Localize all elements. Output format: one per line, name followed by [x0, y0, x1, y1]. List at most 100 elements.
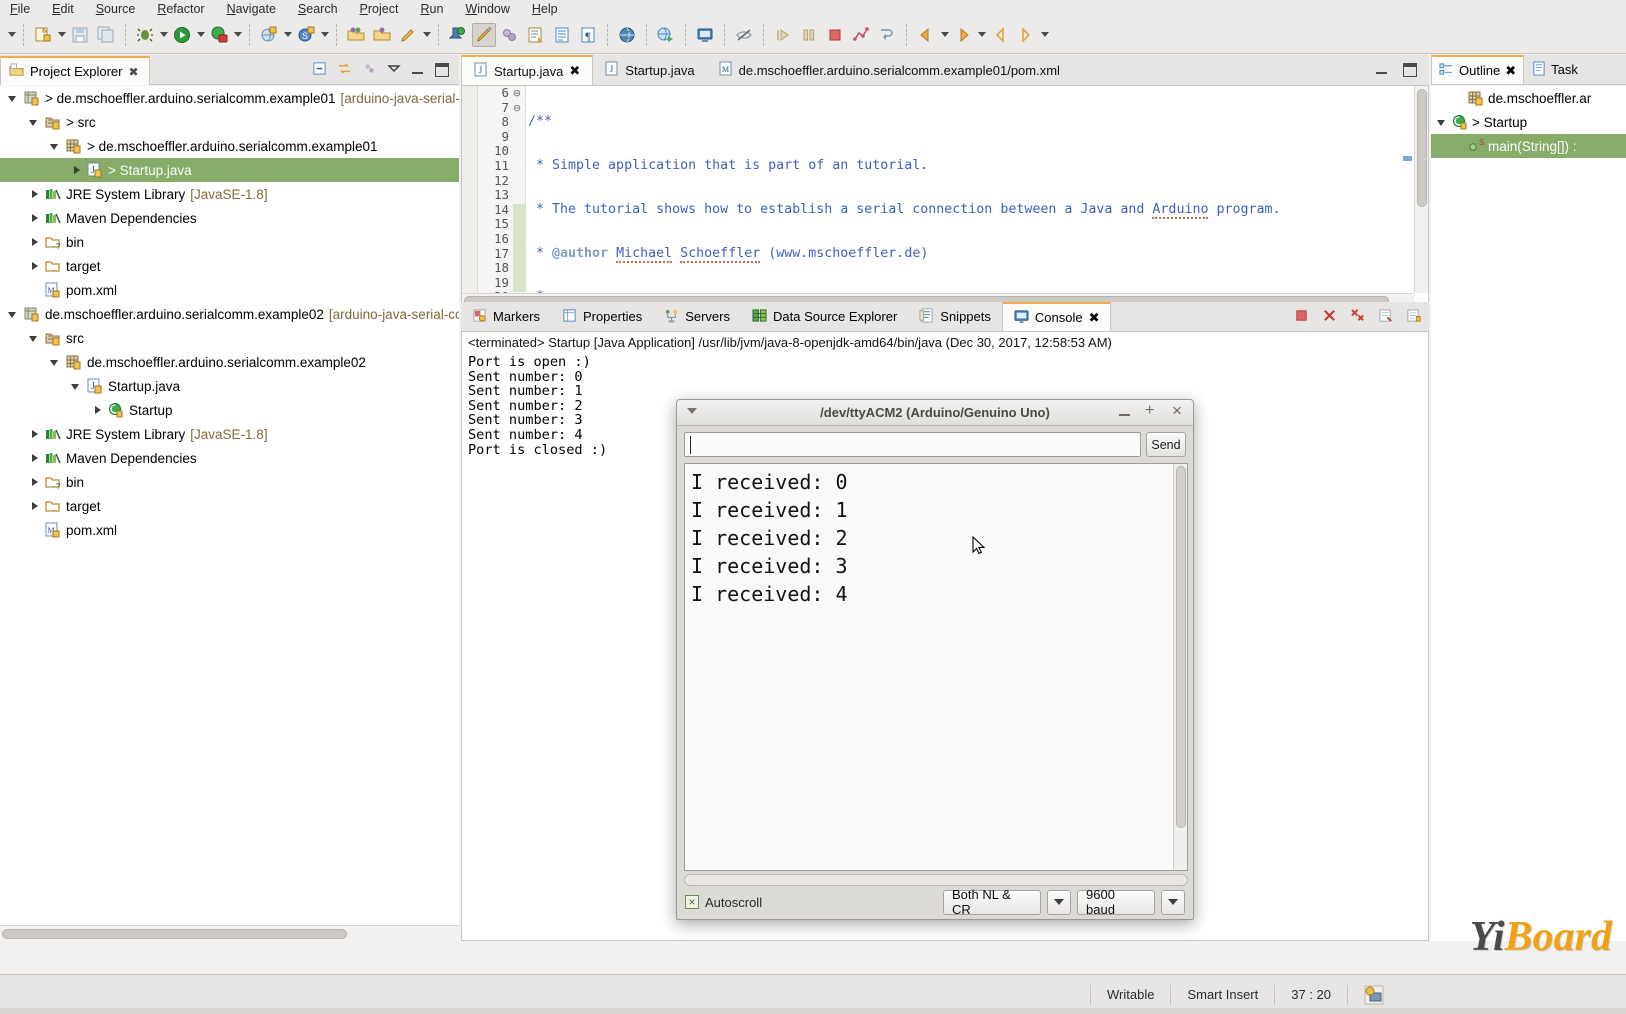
- outline-row-selected[interactable]: Smain(String[]) :: [1431, 134, 1626, 158]
- next-edit-icon[interactable]: [1014, 23, 1038, 47]
- outline-row[interactable]: de.mschoeffler.ar: [1431, 86, 1626, 110]
- open-type-icon[interactable]: [344, 23, 368, 47]
- profile-icon[interactable]: [849, 23, 873, 47]
- save-icon[interactable]: [68, 23, 92, 47]
- tree-row[interactable]: target: [0, 254, 459, 278]
- editor-tab-startup-java-2[interactable]: J Startup.java: [593, 55, 706, 85]
- editor-tab-startup-java-1[interactable]: J Startup.java ✖: [461, 55, 593, 85]
- close-icon[interactable]: ✖: [128, 65, 138, 79]
- tree-row[interactable]: src: [0, 326, 459, 350]
- remove-launch-icon[interactable]: [1322, 308, 1337, 326]
- debug-icon[interactable]: [133, 23, 157, 47]
- autoscroll-checkbox[interactable]: [685, 895, 699, 909]
- chevron-right-icon[interactable]: [29, 189, 40, 200]
- chevron-right-icon[interactable]: [29, 213, 40, 224]
- menu-bar[interactable]: File Edit Source Refactor Navigate Searc…: [0, 0, 1626, 16]
- tab-console[interactable]: Console ✖: [1002, 302, 1112, 331]
- back-icon[interactable]: [914, 23, 938, 47]
- open-web-browser-icon[interactable]: [615, 23, 639, 47]
- chevron-right-icon[interactable]: [71, 165, 82, 176]
- chevron-right-icon[interactable]: [92, 405, 103, 416]
- view-menu-icon[interactable]: [387, 61, 401, 78]
- fold-collapse-icon[interactable]: ⊖: [512, 86, 525, 101]
- chevron-right-icon[interactable]: [29, 477, 40, 488]
- pilcrow-icon[interactable]: ¶: [576, 23, 600, 47]
- tree-row[interactable]: > de.mschoeffler.arduino.serialcomm.exam…: [0, 134, 459, 158]
- tree-row[interactable]: ?bin: [0, 230, 459, 254]
- menu-item-file[interactable]: File: [10, 3, 30, 16]
- minimize-icon[interactable]: [1118, 407, 1131, 420]
- forward-icon[interactable]: [951, 23, 975, 47]
- serial-input-field[interactable]: [684, 432, 1141, 457]
- close-icon[interactable]: ✖: [569, 63, 580, 79]
- chevron-down-icon[interactable]: [50, 141, 61, 152]
- tab-project-explorer[interactable]: Project Explorer ✖: [0, 56, 150, 85]
- tree-row[interactable]: de.mschoeffler.arduino.serialcomm.exampl…: [0, 302, 459, 326]
- tree-row[interactable]: > de.mschoeffler.arduino.serialcomm.exam…: [0, 86, 459, 110]
- hide-icon[interactable]: [732, 23, 756, 47]
- chevron-right-icon[interactable]: [29, 429, 40, 440]
- scrollbar-thumb[interactable]: [1176, 466, 1186, 828]
- maximize-icon[interactable]: [1145, 407, 1158, 420]
- tab-task-list[interactable]: Task: [1524, 55, 1585, 84]
- code-editor[interactable]: 67891011121314151617181920 ⊖⊖ /** * Simp…: [461, 86, 1429, 308]
- serial-output-vscrollbar[interactable]: [1173, 464, 1187, 870]
- tree-row-selected[interactable]: J> Startup.java: [0, 158, 459, 182]
- toolbar-left-caret[interactable]: [6, 23, 17, 47]
- chevron-down-icon[interactable]: [71, 381, 82, 392]
- save-all-icon[interactable]: [94, 23, 118, 47]
- outline-tree[interactable]: de.mschoeffler.ar> StartupSmain(String[]…: [1431, 86, 1626, 941]
- pause-icon[interactable]: [797, 23, 821, 47]
- close-icon[interactable]: ✖: [1089, 310, 1100, 326]
- toggle-mark-occurrences-icon[interactable]: [472, 23, 496, 47]
- serial-monitor-dialog[interactable]: /dev/ttyACM2 (Arduino/Genuino Uno) Send …: [676, 399, 1194, 920]
- baud-rate-chevron-down-icon[interactable]: [1161, 890, 1185, 915]
- chevron-down-icon[interactable]: [1437, 117, 1448, 128]
- line-ending-chevron-down-icon[interactable]: [1047, 890, 1071, 915]
- tree-row[interactable]: Mpom.xml: [0, 278, 459, 302]
- annotations-icon[interactable]: [498, 23, 522, 47]
- terminal-icon[interactable]: [693, 23, 717, 47]
- menu-item-navigate[interactable]: Navigate: [227, 3, 276, 16]
- scroll-lock-icon[interactable]: [1406, 308, 1421, 326]
- editor-annotation-gutter[interactable]: [462, 86, 478, 307]
- menu-item-project[interactable]: Project: [360, 3, 399, 16]
- debug-dropdown-caret[interactable]: [158, 23, 169, 47]
- chevron-right-icon[interactable]: [29, 501, 40, 512]
- tree-row[interactable]: Maven Dependencies: [0, 446, 459, 470]
- editor-tab-pom-xml[interactable]: M de.mschoeffler.arduino.serialcomm.exam…: [707, 55, 1072, 85]
- build-icon[interactable]: [1348, 985, 1400, 1005]
- pin-editor-icon[interactable]: [446, 23, 470, 47]
- dialog-titlebar[interactable]: /dev/ttyACM2 (Arduino/Genuino Uno): [677, 400, 1193, 426]
- deploy-icon[interactable]: [875, 23, 899, 47]
- quick-access-icon[interactable]: [396, 23, 420, 47]
- back-caret[interactable]: [939, 23, 950, 47]
- tab-snippets[interactable]: Snippets: [908, 302, 1002, 331]
- clear-console-icon[interactable]: [1378, 308, 1393, 326]
- tree-row[interactable]: de.mschoeffler.arduino.serialcomm.exampl…: [0, 350, 459, 374]
- new-file-icon[interactable]: [31, 23, 55, 47]
- tab-data-source-explorer[interactable]: Data Source Explorer: [741, 302, 908, 331]
- tree-row[interactable]: Maven Dependencies: [0, 206, 459, 230]
- window-menu-icon[interactable]: [687, 408, 697, 414]
- run-coverage-icon[interactable]: [207, 23, 231, 47]
- new-java-project-icon[interactable]: [257, 23, 281, 47]
- tree-row[interactable]: > src: [0, 110, 459, 134]
- serial-output-area[interactable]: I received: 0 I received: 1 I received: …: [684, 463, 1188, 871]
- chevron-down-icon[interactable]: [8, 309, 19, 320]
- quick-access-caret[interactable]: [421, 23, 432, 47]
- editor-code-text[interactable]: /** * Simple application that is part of…: [528, 86, 1428, 307]
- tree-row[interactable]: Mpom.xml: [0, 518, 459, 542]
- external-tools-icon[interactable]: [654, 23, 678, 47]
- coverage-dropdown-caret[interactable]: [232, 23, 243, 47]
- tree-row[interactable]: JStartup.java: [0, 374, 459, 398]
- terminate-icon[interactable]: [1294, 308, 1309, 326]
- more-caret[interactable]: [1039, 23, 1050, 47]
- project-tree[interactable]: > de.mschoeffler.arduino.serialcomm.exam…: [0, 86, 459, 925]
- maximize-icon[interactable]: [435, 63, 449, 77]
- open-task-icon[interactable]: [370, 23, 394, 47]
- remove-all-terminated-icon[interactable]: [1350, 308, 1365, 326]
- view-menu-dots-icon[interactable]: [362, 61, 377, 79]
- close-icon[interactable]: ✖: [1505, 63, 1516, 79]
- menu-item-edit[interactable]: Edit: [52, 3, 74, 16]
